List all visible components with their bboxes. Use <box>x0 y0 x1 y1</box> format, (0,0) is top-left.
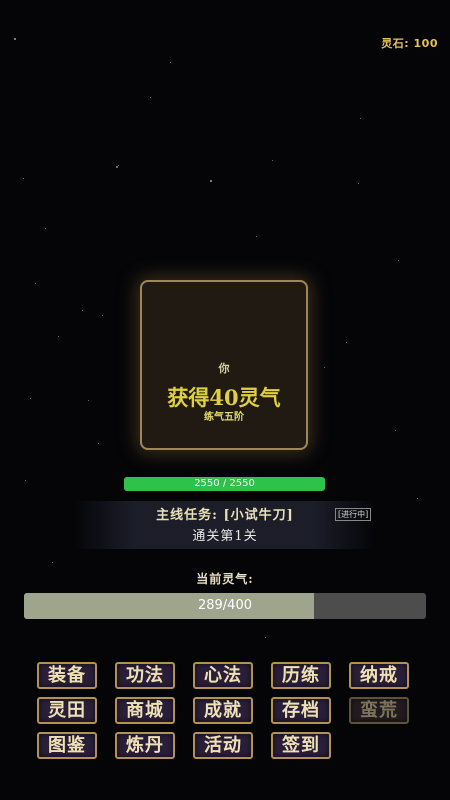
menu-button-mind-art[interactable]: 心法 <box>193 662 253 689</box>
hp-bar: 2550 / 2550 <box>124 477 325 491</box>
star <box>417 498 418 499</box>
spirit-stone-counter: 灵石: 100 <box>381 37 438 50</box>
star <box>346 342 347 343</box>
menu-button-storage-ring[interactable]: 纳戒 <box>349 662 409 689</box>
qi-progress-bar: 289/400 <box>24 593 426 619</box>
menu-button-events[interactable]: 活动 <box>193 732 253 759</box>
star <box>118 165 119 166</box>
star <box>398 260 399 261</box>
star <box>88 400 89 401</box>
star <box>102 315 103 316</box>
star <box>360 118 361 119</box>
qi-label: 当前灵气: <box>196 572 254 586</box>
qi-progress-text: 289/400 <box>197 598 252 613</box>
star <box>58 336 59 337</box>
star <box>82 310 83 311</box>
menu-button-equipment[interactable]: 装备 <box>37 662 97 689</box>
card-realm-label: 练气五阶 <box>204 412 244 423</box>
menu-button-check-in[interactable]: 签到 <box>271 732 331 759</box>
star <box>25 480 26 481</box>
star <box>324 367 325 368</box>
menu-button-skills[interactable]: 功法 <box>115 662 175 689</box>
menu-button-wasteland[interactable]: 蛮荒 <box>349 697 409 724</box>
star <box>23 178 24 179</box>
quest-title: 主线任务: [小试牛刀] <box>156 508 294 523</box>
star <box>150 97 151 98</box>
star <box>30 398 31 399</box>
star <box>170 62 171 63</box>
menu-button-spirit-field[interactable]: 灵田 <box>37 697 97 724</box>
quest-goal: 通关第1关 <box>192 529 258 544</box>
reward-card: 你 获得40灵气 练气五阶 <box>140 280 308 450</box>
star <box>52 562 53 563</box>
star <box>210 180 212 182</box>
hp-bar-text: 2550 / 2550 <box>194 478 255 489</box>
menu-button-trial[interactable]: 历练 <box>271 662 331 689</box>
quest-status-badge: [进行中] <box>335 508 372 521</box>
menu-button-shop[interactable]: 商城 <box>115 697 175 724</box>
menu-button-alchemy[interactable]: 炼丹 <box>115 732 175 759</box>
star <box>395 430 396 431</box>
star <box>272 160 273 161</box>
card-player-label: 你 <box>218 362 230 375</box>
star <box>256 236 257 237</box>
star <box>265 637 266 638</box>
star <box>14 38 16 40</box>
star <box>358 183 359 184</box>
star <box>45 228 46 229</box>
menu-button-codex[interactable]: 图鉴 <box>37 732 97 759</box>
menu-button-save[interactable]: 存档 <box>271 697 331 724</box>
star <box>116 166 118 168</box>
star <box>98 443 99 444</box>
menu-button-achievements[interactable]: 成就 <box>193 697 253 724</box>
star <box>35 283 36 284</box>
